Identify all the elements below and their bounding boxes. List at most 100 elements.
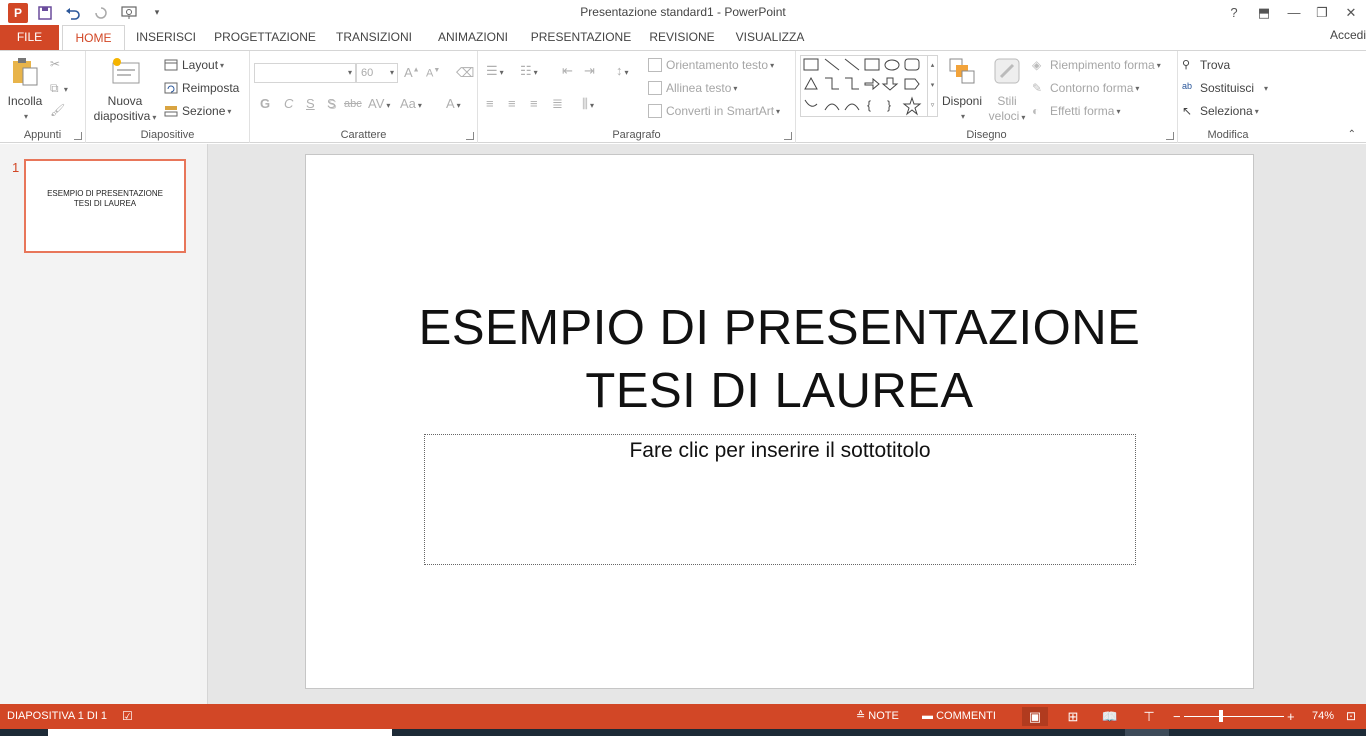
tab-presentazione[interactable]: PRESENTAZIONE xyxy=(526,25,636,50)
justify-icon[interactable]: ≣ xyxy=(552,96,563,112)
dialog-launcher-icon[interactable] xyxy=(74,132,82,140)
slide-canvas[interactable]: ESEMPIO DI PRESENTAZIONE TESI DI LAUREA … xyxy=(305,154,1254,689)
text-direction-button[interactable]: Orientamento testo ▾ xyxy=(648,55,774,75)
zoom-slider[interactable] xyxy=(1184,716,1284,717)
change-case-button[interactable]: Aa ▾ xyxy=(400,96,422,111)
quick-styles-button[interactable]: Stili veloci ▾ xyxy=(986,55,1028,125)
taskbar-active-app[interactable] xyxy=(1125,729,1169,736)
present-from-start-icon[interactable] xyxy=(118,2,140,24)
fit-to-window-icon[interactable]: ⊡ xyxy=(1346,704,1356,729)
select-button[interactable]: ↖ Seleziona ▾ xyxy=(1182,101,1259,121)
shadow-button[interactable]: S xyxy=(327,96,336,111)
tab-animazioni[interactable]: ANIMAZIONI xyxy=(426,25,520,50)
italic-button[interactable]: C xyxy=(284,96,293,111)
new-slide-label-1: Nuova xyxy=(107,94,143,108)
group-carattere: ▾ 60 ▾ A▲ A▼ ⌫ G C S S abc AV ▾ Aa ▾ A ▾ Car… xyxy=(250,51,478,143)
tab-transizioni[interactable]: TRANSIZIONI xyxy=(328,25,420,50)
slide-thumbnails-pane: 1 ESEMPIO DI PRESENTAZIONE TESI DI LAURE… xyxy=(0,144,208,704)
reset-button[interactable]: Reimposta xyxy=(164,78,239,98)
thumbnail-title-line-1: ESEMPIO DI PRESENTAZIONE xyxy=(47,189,163,198)
slide-sorter-icon[interactable]: ⊞ xyxy=(1060,707,1086,726)
underline-button[interactable]: S xyxy=(306,96,315,111)
align-right-icon[interactable]: ≡ xyxy=(530,96,538,111)
convert-smartart-button[interactable]: Converti in SmartArt ▾ xyxy=(648,101,780,121)
group-diapositive: Nuova diapositiva ▾ Layout ▾ Reimposta Sez… xyxy=(86,51,250,143)
font-color-button[interactable]: A ▾ xyxy=(446,96,461,111)
notes-label: NOTE xyxy=(868,710,899,722)
zoom-level[interactable]: 74% xyxy=(1312,704,1334,729)
clear-formatting-icon[interactable]: ⌫ xyxy=(456,65,474,81)
paste-button[interactable]: Incolla ▾ xyxy=(4,55,46,124)
thumbnail-title: ESEMPIO DI PRESENTAZIONE TESI DI LAUREA xyxy=(26,189,184,209)
reading-view-icon[interactable]: 📖 xyxy=(1097,707,1123,726)
ribbon-display-options-icon[interactable]: ⬒ xyxy=(1249,0,1279,25)
shape-fill-button[interactable]: ◈ Riempimento forma ▾ xyxy=(1032,55,1161,75)
notes-button[interactable]: ≙ NOTE xyxy=(856,704,899,729)
new-slide-button[interactable]: Nuova diapositiva ▾ xyxy=(90,55,160,125)
align-text-button[interactable]: Allinea testo ▾ xyxy=(648,78,737,98)
quick-access-toolbar: P ▾ xyxy=(0,0,168,25)
redo-icon[interactable] xyxy=(90,2,112,24)
tab-inserisci[interactable]: INSERISCI xyxy=(130,25,202,50)
align-center-icon[interactable]: ≡ xyxy=(508,96,516,111)
copy-icon[interactable]: ⧉ ▾ xyxy=(50,81,68,96)
subtitle-placeholder[interactable]: Fare clic per inserire il sottotitolo xyxy=(424,434,1136,565)
tab-file[interactable]: FILE xyxy=(0,25,59,50)
shapes-gallery[interactable]: { } ▴ ▾ ▿ xyxy=(800,55,938,117)
zoom-in-button[interactable]: + xyxy=(1287,704,1295,729)
grow-font-icon[interactable]: A▲ xyxy=(404,65,420,80)
align-left-icon[interactable]: ≡ xyxy=(486,96,494,111)
minimize-icon[interactable]: — xyxy=(1279,0,1309,25)
text-direction-icon xyxy=(648,58,662,72)
find-button[interactable]: ⚲ Trova xyxy=(1182,55,1230,75)
tab-progettazione[interactable]: PROGETTAZIONE xyxy=(208,25,322,50)
tab-revisione[interactable]: REVISIONE xyxy=(642,25,722,50)
numbering-icon[interactable]: ☷ ▾ xyxy=(520,63,538,79)
decrease-indent-icon[interactable]: ⇤ xyxy=(562,63,573,79)
columns-icon[interactable]: ⫼ ▾ xyxy=(582,96,594,112)
zoom-out-button[interactable]: − xyxy=(1173,704,1181,729)
zoom-slider-thumb[interactable] xyxy=(1219,710,1223,722)
dialog-launcher-icon[interactable] xyxy=(1166,132,1174,140)
tab-home[interactable]: HOME xyxy=(62,25,125,51)
collapse-ribbon-icon[interactable]: ⌃ xyxy=(1348,129,1356,140)
slide-title[interactable]: ESEMPIO DI PRESENTAZIONE TESI DI LAUREA xyxy=(306,297,1253,423)
strikethrough-button[interactable]: abc xyxy=(344,98,362,110)
taskbar xyxy=(0,729,1366,736)
sign-in-link[interactable]: Accedi xyxy=(1330,28,1366,42)
dialog-launcher-icon[interactable] xyxy=(784,132,792,140)
restore-icon[interactable]: ❐ xyxy=(1307,0,1337,25)
bold-button[interactable]: G xyxy=(260,96,270,111)
dialog-launcher-icon[interactable] xyxy=(466,132,474,140)
bullets-icon[interactable]: ☰ ▾ xyxy=(486,63,504,79)
undo-icon[interactable] xyxy=(62,2,84,24)
character-spacing-button[interactable]: AV ▾ xyxy=(368,96,390,111)
help-icon[interactable]: ? xyxy=(1219,0,1249,25)
arrange-button[interactable]: Disponi ▾ xyxy=(940,55,984,124)
layout-button[interactable]: Layout ▾ xyxy=(164,55,224,75)
shape-effects-button[interactable]: ◐ Effetti forma ▾ xyxy=(1032,101,1121,121)
gallery-scroll[interactable]: ▴ ▾ ▿ xyxy=(927,56,937,116)
ribbon-home: Incolla ▾ ✂ ⧉ ▾ 🖌 Appunti Nuova diaposit… xyxy=(0,50,1366,143)
cut-icon[interactable]: ✂ xyxy=(50,57,60,71)
save-icon[interactable] xyxy=(34,2,56,24)
taskbar-search-box[interactable] xyxy=(48,729,392,736)
comments-button[interactable]: ▬ COMMENTI xyxy=(922,704,996,729)
slide-thumbnail[interactable]: ESEMPIO DI PRESENTAZIONE TESI DI LAUREA xyxy=(24,159,186,253)
font-name-combo[interactable]: ▾ xyxy=(254,63,356,83)
replace-button[interactable]: ab Sostituisci ▾ xyxy=(1182,78,1268,98)
format-painter-icon[interactable]: 🖌 xyxy=(50,103,65,117)
increase-indent-icon[interactable]: ⇥ xyxy=(584,63,595,79)
normal-view-icon[interactable]: ▣ xyxy=(1022,707,1048,726)
slide-title-line-2: TESI DI LAUREA xyxy=(585,364,974,418)
font-size-combo[interactable]: 60 ▾ xyxy=(356,63,398,83)
shrink-font-icon[interactable]: A▼ xyxy=(426,67,440,80)
tab-visualizza[interactable]: VISUALIZZA xyxy=(728,25,812,50)
shape-outline-button[interactable]: ✎ Contorno forma ▾ xyxy=(1032,78,1139,98)
section-button[interactable]: Sezione ▾ xyxy=(164,101,231,121)
line-spacing-icon[interactable]: ↕ ▾ xyxy=(616,63,629,78)
spellcheck-icon[interactable]: ☑ xyxy=(122,704,133,729)
slideshow-icon[interactable]: ⊤ xyxy=(1136,707,1162,726)
customize-icon[interactable]: ▾ xyxy=(146,2,168,24)
close-icon[interactable]: ✕ xyxy=(1336,0,1366,25)
